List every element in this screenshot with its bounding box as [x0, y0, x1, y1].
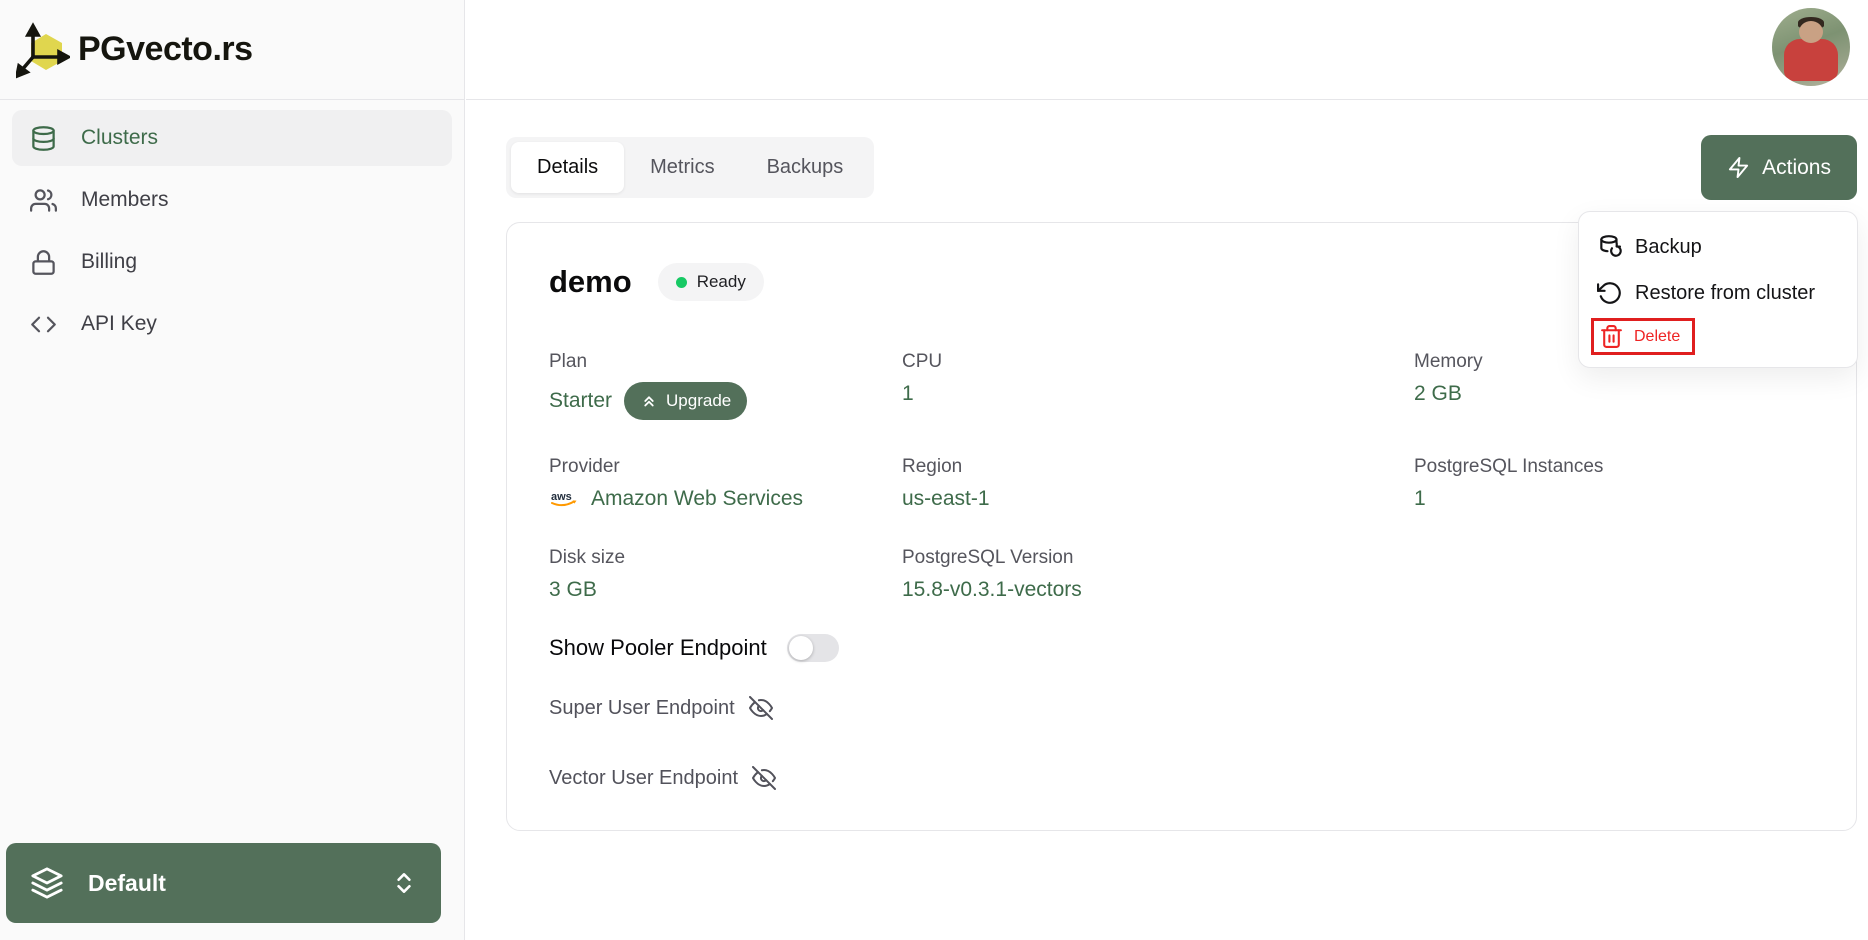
field-label: PostgreSQL Instances [1414, 456, 1604, 477]
field-value: 15.8-v0.3.1-vectors [902, 578, 1082, 601]
svg-text:aws: aws [551, 491, 572, 503]
actions-button[interactable]: Actions [1701, 135, 1857, 200]
field-label: Plan [549, 351, 588, 372]
toolbar: Details Metrics Backups Actions [506, 135, 1857, 200]
content: Details Metrics Backups Actions demo Rea… [466, 100, 1868, 831]
menu-item-delete[interactable]: Delete [1591, 318, 1696, 355]
tab-backups[interactable]: Backups [741, 142, 870, 193]
sidebar-item-billing[interactable]: Billing [12, 234, 452, 290]
field-cpu: CPU 1 [902, 351, 1414, 420]
status-dot-icon [675, 276, 687, 288]
cluster-name: demo [549, 264, 632, 299]
pooler-toggle[interactable] [786, 634, 839, 662]
sidebar-item-members[interactable]: Members [12, 172, 452, 228]
actions-button-label: Actions [1762, 155, 1831, 179]
upgrade-button-label: Upgrade [666, 391, 732, 410]
tab-label: Metrics [650, 156, 715, 178]
aws-logo-icon: aws [549, 489, 579, 509]
brand-name: PGvecto.rs [78, 30, 253, 68]
trash-icon [1599, 324, 1624, 349]
vector-user-endpoint-row: Vector User Endpoint [549, 766, 1814, 790]
cluster-fields-grid: Plan Starter Upgrade CPU 1 Memory 2 GB P… [549, 351, 1814, 602]
tab-bar: Details Metrics Backups [506, 137, 875, 198]
field-label: Provider [549, 456, 620, 477]
users-icon [30, 187, 57, 214]
field-label: PostgreSQL Version [902, 547, 1074, 568]
menu-item-label: Backup [1635, 235, 1702, 258]
brand: PGvecto.rs [0, 0, 464, 100]
sidebar-item-clusters[interactable]: Clusters [12, 110, 452, 166]
workspace-label: Default [88, 869, 166, 896]
menu-item-label: Restore from cluster [1635, 281, 1816, 304]
field-postgresql-version: PostgreSQL Version 15.8-v0.3.1-vectors [902, 547, 1414, 602]
super-user-endpoint-row: Super User Endpoint [549, 696, 1814, 720]
field-value: 1 [1414, 487, 1426, 510]
field-value: Starter [549, 389, 613, 412]
sidebar-nav: Clusters Members Billing API Key [0, 100, 464, 362]
sidebar-item-label: Billing [81, 250, 138, 273]
sidebar-item-api-key[interactable]: API Key [12, 296, 452, 352]
field-value: 3 GB [549, 578, 597, 601]
chevrons-up-icon [640, 392, 658, 410]
status-label: Ready [696, 272, 746, 291]
toggle-knob [788, 636, 813, 660]
lightning-bolt-icon [1727, 156, 1750, 179]
pooler-toggle-label: Show Pooler Endpoint [549, 635, 767, 660]
tab-metrics[interactable]: Metrics [624, 142, 740, 193]
field-label: CPU [902, 351, 943, 372]
endpoint-label: Super User Endpoint [549, 696, 735, 719]
pooler-endpoint-row: Show Pooler Endpoint [549, 634, 1814, 662]
main-area: Details Metrics Backups Actions demo Rea… [466, 0, 1868, 940]
field-postgresql-instances: PostgreSQL Instances 1 [1414, 456, 1814, 511]
eye-off-icon[interactable] [752, 766, 776, 790]
rotate-ccw-icon [1597, 280, 1623, 306]
sidebar: PGvecto.rs Clusters Members Billing API … [0, 0, 465, 940]
tab-label: Details [537, 156, 599, 178]
field-region: Region us-east-1 [902, 456, 1414, 511]
database-icon [30, 125, 57, 152]
avatar-art [1799, 21, 1823, 43]
workspace-selector[interactable]: Default [6, 843, 441, 923]
database-backup-icon [1597, 234, 1623, 260]
field-plan: Plan Starter Upgrade [549, 351, 902, 420]
sidebar-item-label: API Key [81, 312, 157, 335]
endpoint-label: Vector User Endpoint [549, 766, 738, 789]
avatar-art [1784, 39, 1838, 81]
status-badge: Ready [657, 263, 764, 301]
tab-details[interactable]: Details [511, 142, 625, 193]
upgrade-button[interactable]: Upgrade [624, 382, 748, 420]
chevrons-up-down-icon [391, 870, 417, 896]
menu-item-backup[interactable]: Backup [1593, 224, 1843, 270]
menu-item-restore-from-cluster[interactable]: Restore from cluster [1593, 270, 1843, 316]
menu-item-label: Delete [1634, 327, 1681, 345]
tab-label: Backups [766, 156, 844, 178]
field-provider: Provider aws Amazon Web Services [549, 456, 902, 511]
field-empty [1414, 547, 1814, 602]
top-header [466, 0, 1868, 100]
field-value: 1 [902, 382, 914, 405]
field-value: 2 GB [1414, 382, 1462, 405]
field-label: Disk size [549, 547, 626, 568]
field-disk-size: Disk size 3 GB [549, 547, 902, 602]
actions-dropdown-menu: Backup Restore from cluster Delete [1578, 211, 1858, 368]
code-icon [30, 311, 57, 338]
field-value: us-east-1 [902, 487, 990, 510]
user-avatar[interactable] [1772, 8, 1850, 86]
field-label: Region [902, 456, 963, 477]
lock-icon [30, 249, 57, 276]
axes-cube-logo-icon [16, 21, 70, 79]
sidebar-item-label: Members [81, 188, 169, 211]
layers-icon [30, 866, 64, 900]
eye-off-icon[interactable] [748, 696, 773, 720]
field-value: Amazon Web Services [591, 487, 804, 510]
sidebar-item-label: Clusters [81, 126, 159, 149]
